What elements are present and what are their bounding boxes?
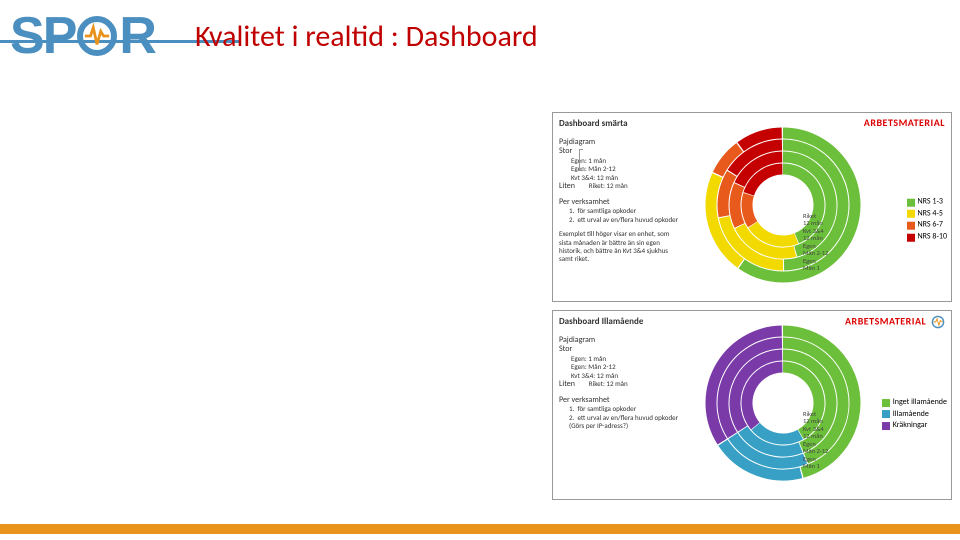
page-title: Kvalitet i realtid : Dashboard: [195, 18, 538, 55]
panel-text: Dashboard smärta Pajdiagram Stor Egen: 1…: [553, 113, 688, 301]
legend: Inget illamående IllamåendeKräkningar: [882, 398, 947, 433]
logo-letter: P: [43, 10, 76, 62]
text: Riket: 12 mån: [589, 379, 628, 388]
legend-row: NRS 4-5: [907, 209, 948, 219]
pulse-icon: [931, 315, 945, 329]
legend: NRS 1-3NRS 4-5 NRS 6-7 NRS 8-10: [907, 198, 948, 244]
legend-swatch: [882, 410, 890, 418]
legend-row: NRS 6-7: [907, 221, 948, 231]
header: S P R Kvalitet i realtid : Dashboard: [0, 0, 960, 62]
ring-labels: Riket 12 mån Kvt 3&4 12 mån Egen Mån 2-1…: [803, 411, 828, 471]
panel-title: Dashboard Illamående: [559, 317, 682, 328]
label: Stor: [559, 146, 572, 156]
legend-label: Inget illamående: [893, 398, 947, 408]
panel-text: Dashboard Illamående Pajdiagram Stor Ege…: [553, 311, 688, 499]
logo-o: [77, 16, 117, 56]
legend-row: Inget illamående: [882, 398, 947, 408]
legend-swatch: [882, 399, 890, 407]
panel-chart-area: ARBETSMATERIAL Riket 12 mån Kvt 3&4 12 m…: [688, 113, 951, 301]
panel-chart-area: ARBETSMATERIAL Riket 12 mån Kvt 3&4 12 m…: [688, 311, 951, 499]
text: Kvt 3&4: 12 mån: [571, 372, 682, 380]
legend-swatch: [907, 222, 915, 230]
list-item: 2. ett urval av en/flera huvud opkoder: [569, 216, 682, 224]
donut-chart-smarta: [698, 125, 868, 295]
panel-title: Dashboard smärta: [559, 119, 682, 130]
legend-label: NRS 4-5: [918, 209, 943, 219]
pulse-icon: [83, 21, 111, 51]
legend-label: NRS 8-10: [918, 233, 948, 243]
label: Liten: [559, 379, 575, 389]
logo-letter: R: [119, 10, 155, 62]
legend-row: NRS 1-3: [907, 198, 948, 208]
legend-swatch: [882, 422, 890, 430]
text: Riket: 12 mån: [589, 181, 628, 190]
label: Pajdiagram: [559, 138, 682, 148]
legend-row: Illamående: [882, 410, 947, 420]
label: Pajdiagram: [559, 336, 682, 346]
watermark: ARBETSMATERIAL: [864, 117, 945, 129]
legend-row: Kräkningar: [882, 421, 947, 431]
legend-swatch: [907, 199, 915, 207]
label: Stor: [559, 344, 572, 354]
legend-label: Kräkningar: [893, 421, 928, 431]
legend-label: NRS 6-7: [918, 221, 943, 231]
legend-swatch: [907, 210, 915, 218]
legend-swatch: [907, 233, 915, 241]
bracket-icon: [579, 149, 583, 171]
legend-label: Illamående: [893, 410, 929, 420]
donut-chart-illamaende: [698, 323, 868, 493]
list-item: 2. ett urval av en/flera huvud opkoder (…: [569, 414, 682, 431]
logo-letter: S: [10, 10, 43, 62]
dashboard-panels: Dashboard smärta Pajdiagram Stor Egen: 1…: [552, 112, 952, 500]
text: Kvt 3&4: 12 mån: [571, 174, 682, 182]
legend-row: NRS 8-10: [907, 233, 948, 243]
label: Liten: [559, 181, 575, 191]
spor-logo: S P R: [10, 10, 155, 62]
footer-bar: [0, 524, 960, 534]
ring-labels: Riket 12 mån Kvt 3&4 12 mån Egen Mån 2-1…: [803, 213, 828, 273]
example-text: Exemplet till höger visar en enhet, som …: [559, 230, 682, 264]
panel-smarta: Dashboard smärta Pajdiagram Stor Egen: 1…: [552, 112, 952, 302]
panel-illamaende: Dashboard Illamående Pajdiagram Stor Ege…: [552, 310, 952, 500]
legend-label: NRS 1-3: [918, 198, 943, 208]
